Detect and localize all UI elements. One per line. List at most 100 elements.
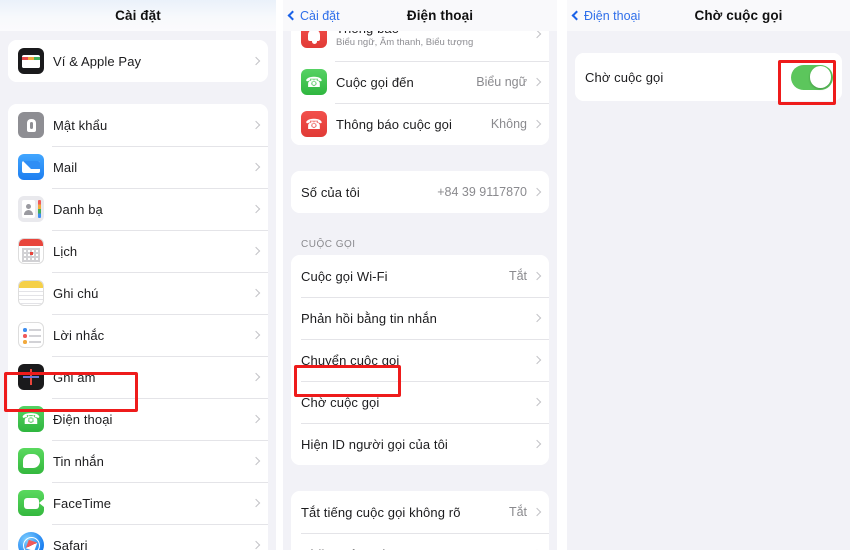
phone-settings-list[interactable]: Thông báo Biểu ngữ, Âm thanh, Biểu tượng… bbox=[283, 31, 557, 550]
sidebar-item-label: Ghi chú bbox=[53, 285, 99, 301]
chevron-right-icon bbox=[251, 372, 261, 382]
chevron-left-icon bbox=[571, 10, 582, 21]
chevron-right-icon bbox=[532, 187, 542, 197]
incoming-call-icon: ☎ bbox=[301, 69, 327, 95]
chevron-right-icon bbox=[251, 246, 261, 256]
chevron-right-icon bbox=[532, 397, 542, 407]
facetime-icon bbox=[18, 490, 44, 516]
chevron-right-icon bbox=[251, 120, 261, 130]
row-call-forwarding[interactable]: Chuyển cuộc gọi bbox=[291, 339, 549, 381]
sidebar-item-notes[interactable]: Ghi chú bbox=[8, 272, 268, 314]
sidebar-item-label: Tin nhắn bbox=[53, 453, 104, 469]
chevron-right-icon bbox=[532, 507, 542, 517]
chevron-right-icon bbox=[251, 414, 261, 424]
row-silence-unknown-callers[interactable]: Tắt tiếng cuộc gọi không rõ Tắt bbox=[291, 491, 549, 533]
row-label: Thông báo cuộc gọi bbox=[336, 116, 452, 132]
back-button-phone[interactable]: Điện thoại bbox=[567, 9, 640, 23]
chevron-right-icon bbox=[532, 439, 542, 449]
sidebar-item-label: Lời nhắc bbox=[53, 327, 105, 343]
sidebar-item-label: Điện thoại bbox=[53, 411, 113, 427]
sidebar-item-facetime[interactable]: FaceTime bbox=[8, 482, 268, 524]
row-notifications[interactable]: Thông báo Biểu ngữ, Âm thanh, Biểu tượng bbox=[291, 31, 549, 61]
group-my-number: Số của tôi +84 39 9117870 bbox=[291, 171, 549, 213]
group-notifications: Thông báo Biểu ngữ, Âm thanh, Biểu tượng… bbox=[291, 31, 549, 145]
sidebar-item-wallet-applepay[interactable]: Ví & Apple Pay bbox=[8, 40, 268, 82]
sidebar-item-passwords[interactable]: Mật khẩu bbox=[8, 104, 268, 146]
row-call-waiting-toggle[interactable]: Chờ cuộc gọi bbox=[575, 53, 842, 101]
safari-icon bbox=[18, 532, 44, 550]
chevron-right-icon bbox=[251, 56, 261, 66]
chevron-right-icon bbox=[532, 313, 542, 323]
row-label: Cuộc gọi Wi-Fi bbox=[301, 268, 388, 284]
page-title: Cài đặt bbox=[115, 8, 161, 23]
panel-settings-root: Cài đặt Ví & Apple Pay Mật khẩu Mail Dan… bbox=[0, 0, 276, 550]
row-value: Biểu ngữ bbox=[476, 75, 527, 89]
call-waiting-list[interactable]: Chờ cuộc gọi bbox=[567, 31, 850, 550]
row-incoming-call[interactable]: ☎ Cuộc gọi đến Biểu ngữ bbox=[291, 61, 549, 103]
sidebar-item-calendar[interactable]: Lịch bbox=[8, 230, 268, 272]
group-silence-block: Tắt tiếng cuộc gọi không rõ Tắt Chặn cuộ… bbox=[291, 491, 549, 550]
row-value: Không bbox=[490, 117, 527, 131]
page-title: Chờ cuộc gọi bbox=[694, 8, 783, 23]
sidebar-item-contacts[interactable]: Danh bạ bbox=[8, 188, 268, 230]
back-button-label: Cài đặt bbox=[300, 8, 340, 23]
sidebar-item-label: Mật khẩu bbox=[53, 117, 108, 133]
row-label: Phản hồi bằng tin nhắn bbox=[301, 310, 437, 326]
row-label: Thông báo bbox=[336, 31, 473, 36]
sidebar-item-label: Danh bạ bbox=[53, 201, 103, 217]
row-wifi-calling[interactable]: Cuộc gọi Wi-Fi Tắt bbox=[291, 255, 549, 297]
row-label: Hiện ID người gọi của tôi bbox=[301, 436, 448, 452]
sidebar-item-safari[interactable]: Safari bbox=[8, 524, 268, 550]
reminders-icon bbox=[18, 322, 44, 348]
chevron-right-icon bbox=[251, 498, 261, 508]
row-value: +84 39 9117870 bbox=[437, 185, 527, 199]
phone-icon: ☎ bbox=[18, 406, 44, 432]
row-label: Tắt tiếng cuộc gọi không rõ bbox=[301, 504, 461, 520]
chevron-right-icon bbox=[532, 77, 542, 87]
row-call-announcement[interactable]: ☎ Thông báo cuộc gọi Không bbox=[291, 103, 549, 145]
voice-memos-icon bbox=[18, 364, 44, 390]
row-value: Tắt bbox=[508, 505, 527, 519]
call-waiting-toggle[interactable] bbox=[791, 64, 833, 90]
row-show-my-caller-id[interactable]: Hiện ID người gọi của tôi bbox=[291, 423, 549, 465]
sidebar-item-voice-memos[interactable]: Ghi âm bbox=[8, 356, 268, 398]
sidebar-item-label: FaceTime bbox=[53, 495, 112, 511]
row-call-waiting[interactable]: Chờ cuộc gọi bbox=[291, 381, 549, 423]
navbar-phone: Cài đặt Điện thoại bbox=[283, 0, 557, 31]
sidebar-item-label: Safari bbox=[53, 537, 88, 550]
sidebar-item-mail[interactable]: Mail bbox=[8, 146, 268, 188]
chevron-right-icon bbox=[532, 119, 542, 129]
row-label: Cuộc gọi đến bbox=[336, 74, 414, 90]
passwords-icon bbox=[18, 112, 44, 138]
sidebar-item-label: Lịch bbox=[53, 243, 78, 259]
row-my-number[interactable]: Số của tôi +84 39 9117870 bbox=[291, 171, 549, 213]
chevron-right-icon bbox=[532, 271, 542, 281]
chevron-right-icon bbox=[532, 31, 542, 39]
call-announcement-icon: ☎ bbox=[301, 111, 327, 137]
row-value: Tắt bbox=[508, 269, 527, 283]
chevron-right-icon bbox=[251, 162, 261, 172]
row-blocked-contacts[interactable]: Chặn cuộc gọi & ID bbox=[291, 533, 549, 550]
section-header-calls: CUỘC GỌI bbox=[301, 239, 356, 250]
settings-group-wallet: Ví & Apple Pay bbox=[8, 40, 268, 82]
sidebar-item-phone[interactable]: ☎ Điện thoại bbox=[8, 398, 268, 440]
chevron-left-icon bbox=[287, 10, 298, 21]
row-label: Số của tôi bbox=[301, 184, 360, 200]
contacts-icon bbox=[18, 196, 44, 222]
back-button-settings[interactable]: Cài đặt bbox=[283, 9, 340, 23]
sidebar-item-reminders[interactable]: Lời nhắc bbox=[8, 314, 268, 356]
navbar-settings: Cài đặt bbox=[0, 0, 276, 31]
toggle-knob bbox=[809, 66, 832, 88]
chevron-right-icon bbox=[532, 355, 542, 365]
page-title: Điện thoại bbox=[406, 8, 474, 23]
chevron-right-icon bbox=[251, 456, 261, 466]
row-label: Chuyển cuộc gọi bbox=[301, 352, 400, 368]
settings-list[interactable]: Ví & Apple Pay Mật khẩu Mail Danh bạ Lịc… bbox=[0, 31, 276, 550]
sidebar-item-messages[interactable]: Tin nhắn bbox=[8, 440, 268, 482]
panel-divider-2 bbox=[557, 0, 567, 550]
row-respond-with-text[interactable]: Phản hồi bằng tin nhắn bbox=[291, 297, 549, 339]
messages-icon bbox=[18, 448, 44, 474]
group-call-waiting-toggle: Chờ cuộc gọi bbox=[575, 53, 842, 101]
group-calls: Cuộc gọi Wi-Fi Tắt Phản hồi bằng tin nhắ… bbox=[291, 255, 549, 465]
chevron-right-icon bbox=[251, 288, 261, 298]
